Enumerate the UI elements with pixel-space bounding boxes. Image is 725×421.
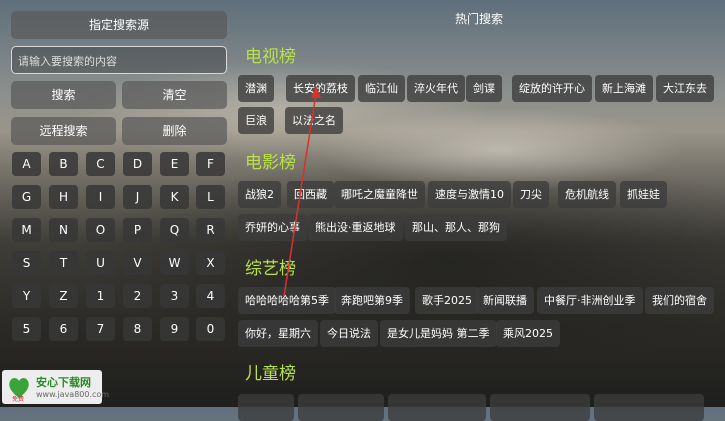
watermark-logo: 安心下载网 www.java800.com 免费 [2, 370, 109, 404]
watermark-sub: 免费 [12, 396, 25, 403]
annotation-arrow [283, 86, 321, 297]
watermark-url: www.java800.com [36, 390, 110, 399]
watermark-name: 安心下载网 [36, 376, 91, 389]
